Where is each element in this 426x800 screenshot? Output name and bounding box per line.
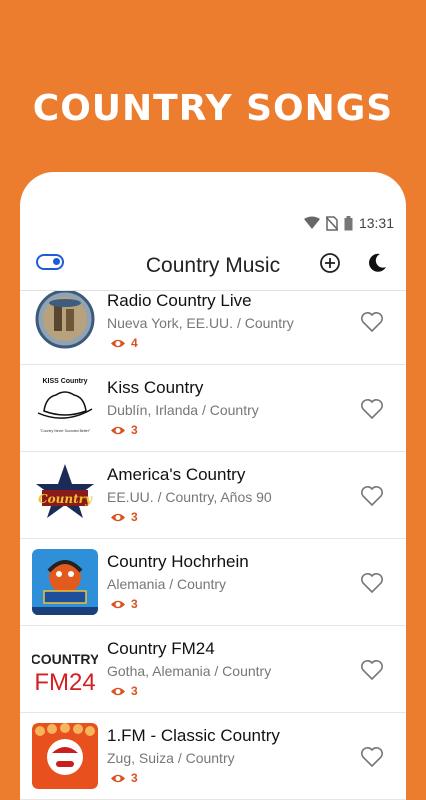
station-row[interactable]: Country Hochrhein Alemania / Country 3 xyxy=(20,539,406,626)
station-location: Alemania / Country xyxy=(107,576,227,592)
status-bar: 13:31 xyxy=(303,212,394,234)
svg-text:"Country Never Sounded Better": "Country Never Sounded Better" xyxy=(40,429,91,433)
station-list: Radio Country Live Nueva York, EE.UU. / … xyxy=(20,290,406,800)
phone-frame: 13:31 Country Music Radio Country Live N… xyxy=(20,172,406,800)
view-count-value: 3 xyxy=(131,510,138,524)
favorite-heart-icon[interactable] xyxy=(360,659,384,681)
station-row[interactable]: KISS Country "Country Never Sounded Bett… xyxy=(20,365,406,452)
wifi-icon xyxy=(303,216,320,229)
status-time: 13:31 xyxy=(358,215,394,231)
station-location: Dublín, Irlanda / Country xyxy=(107,402,259,418)
classic-country-logo xyxy=(32,723,98,789)
view-count: 3 xyxy=(110,771,138,785)
view-count-value: 3 xyxy=(131,684,138,698)
radio-country-live-logo xyxy=(32,291,98,357)
app-bar: Country Music xyxy=(20,242,406,288)
station-name: Country FM24 xyxy=(107,639,215,658)
station-location: Zug, Suiza / Country xyxy=(107,750,235,766)
promo-title: COUNTRY SONGS xyxy=(32,88,394,129)
station-location: Nueva York, EE.UU. / Country xyxy=(107,315,294,331)
station-logo: COUNTRY FM24 xyxy=(32,636,98,702)
view-count: 3 xyxy=(110,510,138,524)
station-row[interactable]: Radio Country Live Nueva York, EE.UU. / … xyxy=(20,291,406,365)
svg-text:Country: Country xyxy=(38,492,93,506)
favorite-heart-icon[interactable] xyxy=(360,311,384,333)
view-count: 4 xyxy=(110,336,138,350)
station-logo xyxy=(32,549,98,615)
view-count: 3 xyxy=(110,423,138,437)
station-row[interactable]: COUNTRY FM24 Country FM24 Gotha, Alemani… xyxy=(20,626,406,713)
americas-country-logo: Country xyxy=(32,462,98,528)
view-count-value: 3 xyxy=(131,597,138,611)
country-fm24-logo: COUNTRY FM24 xyxy=(32,636,98,702)
svg-text:KISS Country: KISS Country xyxy=(42,378,87,385)
eye-icon xyxy=(111,687,125,695)
battery-icon xyxy=(344,215,353,230)
app-title: Country Music xyxy=(145,254,281,277)
station-location: Gotha, Alemania / Country xyxy=(107,663,272,679)
station-logo xyxy=(32,723,98,789)
eye-icon xyxy=(111,426,125,434)
station-logo: Country xyxy=(32,462,98,528)
svg-text:FM24: FM24 xyxy=(34,669,95,696)
station-logo: KISS Country "Country Never Sounded Bett… xyxy=(32,375,98,441)
add-station-button[interactable] xyxy=(319,252,341,274)
favorite-heart-icon[interactable] xyxy=(360,572,384,594)
view-count-value: 3 xyxy=(131,423,138,437)
dark-mode-moon-icon[interactable] xyxy=(366,252,388,274)
station-row[interactable]: 1.FM - Classic Country Zug, Suiza / Coun… xyxy=(20,713,406,800)
eye-icon xyxy=(111,600,125,608)
station-name: Kiss Country xyxy=(107,378,204,397)
favorite-heart-icon[interactable] xyxy=(360,746,384,768)
station-logo xyxy=(32,291,98,357)
favorite-heart-icon[interactable] xyxy=(360,485,384,507)
view-count: 3 xyxy=(110,684,138,698)
view-count: 3 xyxy=(110,597,138,611)
station-name: 1.FM - Classic Country xyxy=(107,726,280,745)
station-location: EE.UU. / Country, Años 90 xyxy=(107,489,272,505)
view-count-value: 4 xyxy=(131,336,138,350)
country-hochrhein-logo xyxy=(32,549,98,615)
station-name: Radio Country Live xyxy=(107,291,252,310)
station-row[interactable]: Country America's Country EE.UU. / Count… xyxy=(20,452,406,539)
favorite-heart-icon[interactable] xyxy=(360,398,384,420)
view-count-value: 3 xyxy=(131,771,138,785)
station-name: America's Country xyxy=(107,465,246,484)
station-name: Country Hochrhein xyxy=(107,552,249,571)
eye-icon xyxy=(111,513,125,521)
svg-text:COUNTRY: COUNTRY xyxy=(32,651,98,667)
kiss-country-logo: KISS Country "Country Never Sounded Bett… xyxy=(32,375,98,441)
no-sim-icon xyxy=(325,215,338,231)
eye-icon xyxy=(111,339,125,347)
eye-icon xyxy=(111,774,125,782)
